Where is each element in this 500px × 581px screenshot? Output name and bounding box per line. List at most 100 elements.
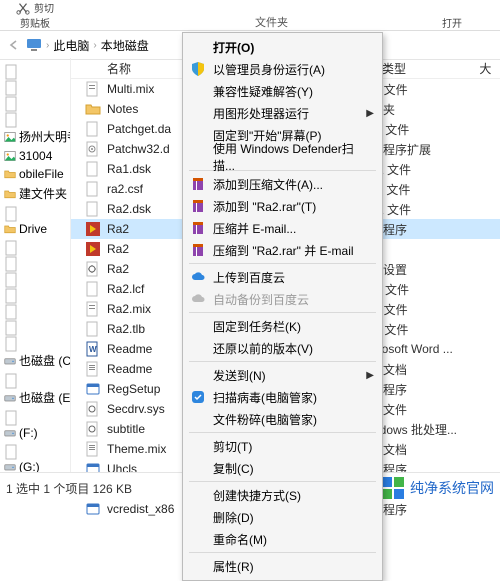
tree-item[interactable]	[0, 62, 70, 78]
cut-button[interactable]: 剪切	[10, 0, 60, 15]
menu-item[interactable]: 上传到百度云	[185, 266, 380, 288]
file-icon	[85, 181, 101, 197]
file-icon	[85, 421, 101, 437]
menu-label: 还原以前的版本(V)	[213, 340, 313, 357]
folder-tree[interactable]: 扬州大明寺 31004 obileFile建文件夹 Drive 也磁盘 (C:) 也磁盘 …	[0, 58, 71, 473]
file-icon	[85, 201, 101, 217]
menu-item[interactable]: 压缩到 "Ra2.rar" 并 E-mail	[185, 239, 380, 261]
shield-icon	[189, 60, 207, 78]
tree-item[interactable]: obileFile	[0, 165, 70, 183]
tree-item[interactable]	[0, 286, 70, 302]
menu-item[interactable]: 文件粉碎(电脑管家)	[185, 408, 380, 430]
tree-item[interactable]: 也磁盘 (C:)	[0, 350, 70, 371]
tree-icon	[4, 96, 16, 108]
menu-icon	[189, 126, 207, 144]
file-icon	[85, 301, 101, 317]
tree-item[interactable]	[0, 318, 70, 334]
tree-item[interactable]	[0, 94, 70, 110]
menu-separator	[189, 481, 376, 482]
menu-separator	[189, 263, 376, 264]
menu-item[interactable]: 还原以前的版本(V)	[185, 337, 380, 359]
file-icon	[85, 381, 101, 397]
menu-icon	[189, 317, 207, 335]
menu-label: 删除(D)	[213, 509, 254, 526]
menu-item[interactable]: 打开(O)	[185, 36, 380, 58]
menu-label: 剪切(T)	[213, 438, 252, 455]
menu-icon	[189, 557, 207, 575]
menu-item[interactable]: 删除(D)	[185, 506, 380, 528]
menu-item[interactable]: 添加到 "Ra2.rar"(T)	[185, 195, 380, 217]
menu-item[interactable]: 使用 Windows Defender扫描...	[185, 146, 380, 168]
menu-item[interactable]: 复制(C)	[185, 457, 380, 479]
menu-label: 用图形处理器运行	[213, 105, 309, 122]
file-icon	[85, 361, 101, 377]
tree-icon	[4, 188, 16, 200]
tree-item[interactable]: (F:)	[0, 424, 70, 442]
menu-label: 压缩到 "Ra2.rar" 并 E-mail	[213, 242, 354, 259]
menu-item[interactable]: 重命名(M)	[185, 528, 380, 550]
tree-item[interactable]	[0, 254, 70, 270]
tree-label: Drive	[19, 222, 47, 236]
tree-item[interactable]	[0, 204, 70, 220]
menu-item[interactable]: 扫描病毒(电脑管家)	[185, 386, 380, 408]
context-menu: 打开(O)以管理员身份运行(A)兼容性疑难解答(Y)用图形处理器运行▶固定到"开…	[182, 32, 383, 581]
menu-item[interactable]: 固定到任务栏(K)	[185, 315, 380, 337]
col-type-header[interactable]: 类型	[382, 62, 406, 76]
menu-label: 创建快捷方式(S)	[213, 487, 301, 504]
file-icon: W	[85, 341, 101, 357]
tree-item[interactable]	[0, 238, 70, 254]
tree-item[interactable]	[0, 270, 70, 286]
tree-icon	[4, 304, 16, 316]
watermark: 纯净系统官网	[382, 477, 494, 499]
tree-label: 31004	[19, 149, 52, 163]
menu-icon	[189, 508, 207, 526]
menu-item[interactable]: 以管理员身份运行(A)	[185, 58, 380, 80]
menu-icon	[189, 486, 207, 504]
breadcrumb-thispc[interactable]: 此电脑	[51, 37, 91, 54]
rar-icon	[189, 197, 207, 215]
tree-icon	[4, 206, 16, 218]
tree-icon	[4, 256, 16, 268]
breadcrumb-drive[interactable]: 本地磁盘	[99, 37, 151, 54]
tree-item[interactable]: 扬州大明寺	[0, 126, 70, 147]
tree-icon	[4, 168, 16, 180]
tree-label: 也磁盘 (C:)	[19, 352, 71, 369]
menu-item[interactable]: 兼容性疑难解答(Y)	[185, 80, 380, 102]
tree-icon	[4, 392, 16, 404]
tree-item[interactable]	[0, 442, 70, 458]
status-text: 1 选中 1 个项目 126 KB	[6, 480, 132, 497]
file-icon	[85, 401, 101, 417]
file-icon	[85, 281, 101, 297]
col-size-header[interactable]: 大	[479, 62, 491, 76]
tree-item[interactable]	[0, 110, 70, 126]
menu-item[interactable]: 剪切(T)	[185, 435, 380, 457]
tree-item[interactable]	[0, 78, 70, 94]
tree-icon	[4, 427, 16, 439]
menu-item[interactable]: 用图形处理器运行▶	[185, 102, 380, 124]
tree-item[interactable]: 建文件夹	[0, 183, 70, 204]
svg-text:W: W	[89, 345, 97, 354]
tree-item[interactable]: Drive	[0, 220, 70, 238]
tree-item[interactable]	[0, 408, 70, 424]
menu-label: 以管理员身份运行(A)	[213, 61, 325, 78]
menu-label: 重命名(M)	[213, 531, 267, 548]
watermark-icon	[382, 477, 404, 499]
file-icon	[85, 141, 101, 157]
menu-item[interactable]: 压缩并 E-mail...	[185, 217, 380, 239]
menu-item[interactable]: 添加到压缩文件(A)...	[185, 173, 380, 195]
tree-item[interactable]: (G:)	[0, 458, 70, 473]
back-button[interactable]	[4, 35, 24, 55]
tree-item[interactable]: 也磁盘 (E:)	[0, 387, 70, 408]
cloud-g-icon	[189, 290, 207, 308]
menu-item[interactable]: 属性(R)	[185, 555, 380, 577]
tree-label: 也磁盘 (E:)	[19, 389, 71, 406]
clipboard-group-label: 剪贴板	[20, 15, 50, 30]
tree-item[interactable]	[0, 302, 70, 318]
tree-item[interactable]: 31004	[0, 147, 70, 165]
menu-item[interactable]: 发送到(N)▶	[185, 364, 380, 386]
tree-item[interactable]	[0, 334, 70, 350]
rar-icon	[189, 219, 207, 237]
menu-label: 文件粉碎(电脑管家)	[213, 411, 317, 428]
file-icon	[85, 501, 101, 517]
tree-item[interactable]	[0, 371, 70, 387]
